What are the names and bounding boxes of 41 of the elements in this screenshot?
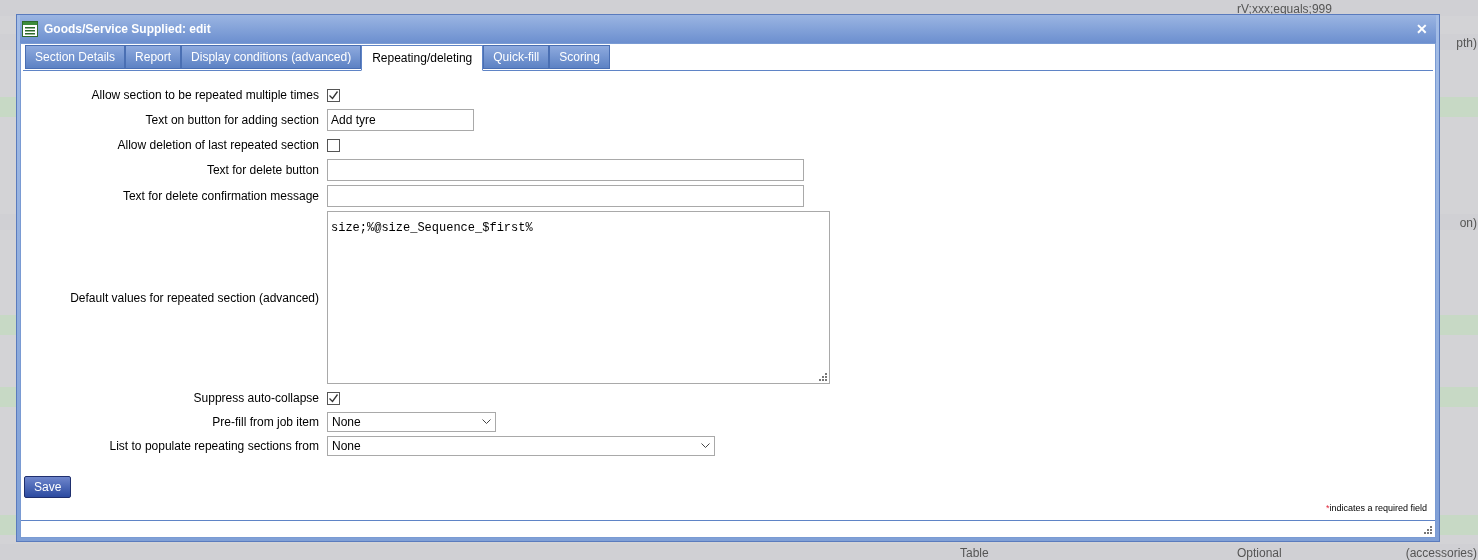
dropdown[interactable]: None: [327, 412, 496, 432]
field-label: Text for delete confirmation message: [121, 188, 319, 205]
save-button[interactable]: Save: [24, 476, 72, 498]
tab[interactable]: Scoring: [549, 45, 610, 69]
field-label: Text for delete button: [205, 162, 319, 179]
field-label: Suppress auto-collapse: [192, 390, 319, 407]
checkbox[interactable]: [327, 391, 340, 405]
background-text: rV;xxx;equals;999: [1237, 2, 1332, 16]
form-icon: [22, 21, 38, 37]
field-label: Default values for repeated section (advanced): [69, 289, 319, 307]
tab[interactable]: Report: [125, 45, 182, 69]
tab[interactable]: Repeating/deleting: [361, 45, 484, 71]
checkmark-icon: [328, 392, 339, 404]
field-label: Pre-fill from job item: [211, 414, 319, 431]
field-label: Text on button for adding section: [144, 112, 319, 129]
text-field[interactable]: [327, 159, 804, 181]
field-label: Allow deletion of last repeated section: [116, 137, 319, 154]
text-field[interactable]: Add tyre: [327, 109, 474, 131]
resize-grip-icon[interactable]: [819, 373, 827, 381]
dropdown[interactable]: None: [327, 436, 715, 456]
checkbox[interactable]: [327, 88, 340, 102]
text-area-value: size;%@size_Sequence_$first%: [331, 221, 533, 235]
tab[interactable]: Display conditions (advanced): [181, 45, 362, 69]
background-text: Optional: [1237, 546, 1282, 560]
tab[interactable]: Quick-fill: [483, 45, 550, 69]
resize-grip-icon[interactable]: [1424, 526, 1432, 534]
required-field-note: *indicates a required field: [1325, 502, 1427, 515]
chevron-down-icon: [482, 419, 491, 425]
tab[interactable]: Section Details: [25, 45, 126, 69]
background-text: pth): [1456, 35, 1477, 52]
chevron-down-icon: [701, 443, 710, 449]
background-text: (accessories): [1405, 545, 1477, 560]
checkmark-icon: [328, 89, 339, 101]
field-label: Allow section to be repeated multiple times: [90, 87, 319, 104]
background-text: on): [1459, 215, 1477, 232]
dialog-title: Goods/Service Supplied: edit: [44, 21, 211, 38]
checkbox[interactable]: [327, 138, 340, 152]
text-field[interactable]: [327, 185, 804, 207]
field-label: List to populate repeating sections from: [108, 438, 319, 455]
text-area[interactable]: size;%@size_Sequence_$first%: [327, 211, 830, 384]
background-text: Table: [960, 546, 989, 560]
